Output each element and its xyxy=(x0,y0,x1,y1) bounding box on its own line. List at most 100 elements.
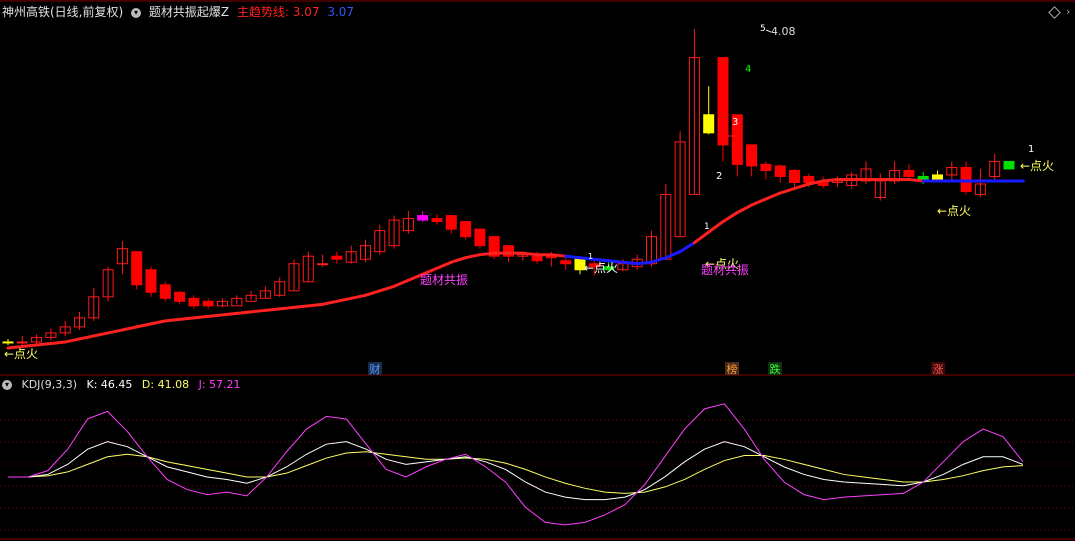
indicator-name[interactable]: 题材共振起爆Z xyxy=(149,5,229,19)
trend-line-segment xyxy=(278,305,296,311)
trend-line-segment xyxy=(449,256,468,264)
trend-line-segment xyxy=(564,254,582,260)
trend-line-segment xyxy=(735,203,754,215)
tag-cai: 财 xyxy=(370,362,381,376)
trend-line-segment xyxy=(364,289,382,297)
trend-line-segment xyxy=(292,304,310,309)
candle-body xyxy=(903,169,915,177)
chevron-down-icon[interactable]: ▾ xyxy=(131,7,142,18)
trend-line-segment xyxy=(49,340,67,345)
kdj-k-line xyxy=(8,441,1024,501)
trend-line-segment xyxy=(793,182,811,190)
trend-line-segment xyxy=(635,260,653,266)
fire-signal-label: ←点火 xyxy=(1020,159,1054,173)
trend-line-segment xyxy=(621,260,639,266)
fire-signal-label: ←点火 xyxy=(584,261,618,275)
candle-body xyxy=(159,284,171,299)
count-label: 5 xyxy=(760,24,766,34)
candle-body xyxy=(188,297,200,307)
count-label: 3 xyxy=(732,117,738,128)
trend-line-segment xyxy=(321,299,339,306)
trend-line-segment xyxy=(392,278,410,288)
trend-line-segment xyxy=(221,311,239,317)
candle-body xyxy=(445,215,457,230)
trend-line-segment xyxy=(178,316,196,321)
trend-line-segment xyxy=(120,325,139,332)
candle-body xyxy=(560,260,572,265)
trend-line-segment xyxy=(235,310,253,315)
tag-ban: 榜 xyxy=(727,362,738,376)
trend-line-segment xyxy=(306,302,325,308)
trend-line-segment xyxy=(707,220,725,234)
candle-body xyxy=(717,57,729,146)
trend-line-segment xyxy=(78,334,96,341)
trend-line-segment xyxy=(650,256,668,264)
trend-line-segment xyxy=(135,322,153,329)
candle-body xyxy=(431,218,443,223)
candle-body xyxy=(2,341,14,344)
tag-die: 跌 xyxy=(770,362,781,376)
candle-body xyxy=(774,165,786,177)
kdj-k-value: K: 46.45 xyxy=(86,378,133,391)
fire-signal-label: ←点火 xyxy=(937,204,971,218)
chevron-down-icon[interactable]: ▾ xyxy=(2,380,12,390)
trend-line-segment xyxy=(464,253,482,260)
kdj-d-line xyxy=(8,451,1023,494)
kdj-d-value: D: 41.08 xyxy=(141,378,190,391)
trend-line-segment xyxy=(206,313,224,318)
trend-line-segment xyxy=(249,308,267,314)
kdj-name[interactable]: KDJ(9,3,3) xyxy=(22,378,78,391)
candle-body xyxy=(1003,160,1015,170)
trend-line-segment xyxy=(678,241,696,254)
trend-line-segment xyxy=(549,253,568,258)
candle-body xyxy=(932,174,943,180)
trend-line-segment xyxy=(664,250,682,260)
chart-header: 神州高铁(日线,前复权) ▾ 题材共振起爆Z 主趋势线: 3.07 3.07 xyxy=(2,5,358,19)
trend-line-segment xyxy=(692,230,711,245)
trend-line-segment xyxy=(764,191,782,201)
candle-body xyxy=(789,169,800,183)
candle-body xyxy=(960,166,972,193)
trend-blue-value: 3.07 xyxy=(327,5,355,19)
resonance-label: 题材共振 xyxy=(701,263,749,277)
trend-line-segment xyxy=(106,328,124,335)
trend-line-segment xyxy=(263,307,282,312)
trend-line-segment xyxy=(750,197,768,207)
candle-body xyxy=(317,263,329,266)
trend-line-segment xyxy=(335,296,353,303)
trend-line-segment xyxy=(378,284,396,293)
trend-line-segment xyxy=(35,341,53,347)
trend-label: 主趋势线: xyxy=(236,5,289,19)
candle-body xyxy=(174,291,186,302)
candle-body xyxy=(131,251,143,286)
trend-line-segment xyxy=(349,293,367,300)
trend-line-segment xyxy=(478,251,496,257)
trend-line-segment xyxy=(435,260,453,270)
trend-line-segment xyxy=(778,186,796,195)
trend-line-segment xyxy=(821,177,839,183)
kdj-header: ▾ KDJ(9,3,3) K: 46.45 D: 41.08 J: 57.21 xyxy=(2,378,247,391)
count-label: 1 xyxy=(704,222,710,232)
candle-body xyxy=(474,228,486,247)
candle-body xyxy=(202,300,214,307)
trend-line-segment xyxy=(149,319,167,326)
trend-line-segment xyxy=(92,331,110,338)
price-max-label: 4.08 xyxy=(771,25,796,38)
candle-body xyxy=(460,221,472,238)
trend-red-value: 3.07 xyxy=(292,5,320,19)
fire-signal-label: ←点火 xyxy=(4,347,38,361)
tag-zhang: 涨 xyxy=(933,363,944,376)
resonance-label: 题材共振 xyxy=(420,273,468,287)
trend-line-segment xyxy=(163,317,182,323)
stock-title[interactable]: 神州高铁(日线,前复权) xyxy=(2,5,123,19)
candle-body xyxy=(16,341,28,344)
trend-line-segment xyxy=(63,337,81,344)
trend-line-segment xyxy=(192,314,210,320)
count-label: 1 xyxy=(1028,144,1034,155)
trend-line-segment xyxy=(721,211,739,224)
chart-canvas: ←点火←点火 ←点火←点火←点火题材共振题材共振12345114.08财榜跌涨 xyxy=(0,0,1075,540)
chevron-right-icon[interactable]: › xyxy=(1066,5,1070,18)
count-label: 4 xyxy=(745,64,751,75)
count-label: 1 xyxy=(588,252,593,261)
candle-body xyxy=(703,114,715,134)
